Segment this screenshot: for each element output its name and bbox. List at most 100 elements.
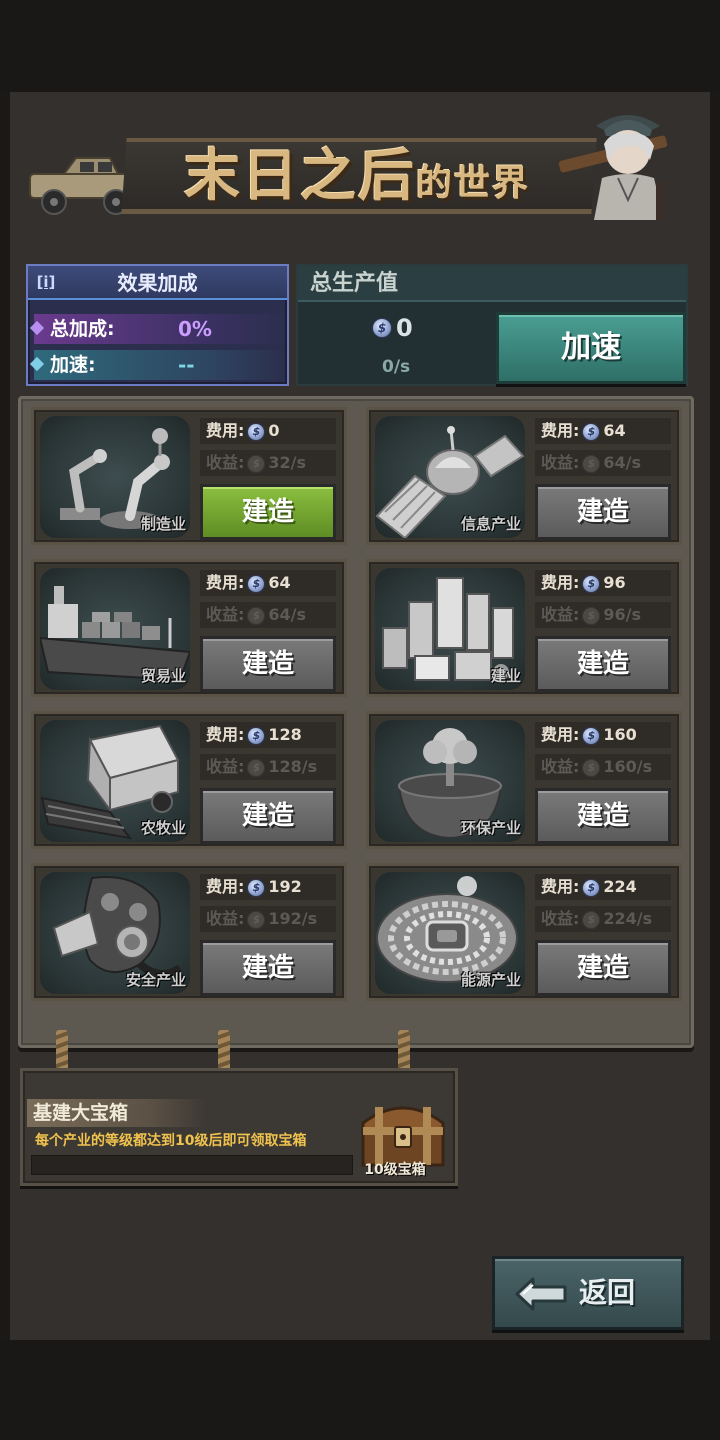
- cost-value: 128: [268, 725, 302, 744]
- build-button[interactable]: 建造: [200, 940, 336, 996]
- gain-value: 224/s: [603, 909, 653, 928]
- cowboy-character-illustration: [558, 115, 668, 220]
- industry-name: 贸易业: [140, 667, 186, 685]
- gain-field: 收益: $224/s: [535, 906, 671, 932]
- coin-icon: $: [582, 422, 601, 441]
- title-banner: 末日之后的世界: [24, 100, 700, 230]
- chest-label: 10级宝箱: [364, 1162, 426, 1178]
- industry-name: 建业: [490, 667, 521, 685]
- treasure-description: 每个产业的等级都达到10级后即可领取宝箱: [35, 1133, 307, 1149]
- coin-icon: $: [582, 726, 601, 745]
- coin-icon: $: [247, 606, 266, 625]
- total-output-header: 总生产值: [298, 266, 686, 302]
- total-bonus-label: 总加成:: [50, 318, 115, 340]
- cost-value: 64: [268, 573, 291, 592]
- cost-field: 费用: $160: [535, 722, 671, 748]
- cost-field: 费用: $128: [200, 722, 336, 748]
- gain-value: 192/s: [268, 909, 318, 928]
- industry-name: 环保产业: [460, 819, 521, 837]
- industry-card-information: 信息产业 费用: $64 收益: $64/s 建造: [366, 407, 682, 545]
- gain-field: 收益: $64/s: [535, 450, 671, 476]
- industry-name: 制造业: [140, 515, 186, 533]
- build-button[interactable]: 建造: [535, 636, 671, 692]
- speed-up-button[interactable]: 加速: [496, 312, 686, 384]
- speed-bonus-row: 加速: --: [29, 350, 284, 380]
- coin-icon: $: [247, 910, 266, 929]
- manufacturing-illustration: 制造业: [40, 416, 190, 538]
- cost-field: 费用: $96: [535, 570, 671, 596]
- build-button[interactable]: 建造: [535, 788, 671, 844]
- total-output-value: 0: [396, 314, 413, 342]
- coin-icon: $: [582, 910, 601, 929]
- gain-value: 64/s: [603, 453, 642, 472]
- cost-value: 192: [268, 877, 302, 896]
- gain-label: 收益:: [206, 757, 245, 776]
- speed-bonus-value: --: [178, 353, 195, 377]
- environmental-illustration: 环保产业: [375, 720, 525, 842]
- speed-bonus-label: 加速:: [50, 354, 96, 376]
- gain-value: 128/s: [268, 757, 318, 776]
- coin-icon: $: [247, 726, 266, 745]
- cost-label: 费用:: [541, 725, 580, 744]
- industry-name: 信息产业: [460, 515, 521, 533]
- coin-icon: $: [247, 878, 266, 897]
- build-button[interactable]: 建造: [200, 788, 336, 844]
- cost-label: 费用:: [541, 421, 580, 440]
- cost-field: 费用: $64: [200, 570, 336, 596]
- industry-card-manufacturing: 制造业 费用: $0 收益: $32/s 建造: [31, 407, 347, 545]
- cost-field: 费用: $192: [200, 874, 336, 900]
- coin-icon: $: [372, 318, 392, 338]
- treasure-progress-bar: [31, 1155, 353, 1175]
- gain-label: 收益:: [206, 909, 245, 928]
- gain-field: 收益: $160/s: [535, 754, 671, 780]
- coin-icon: $: [582, 606, 601, 625]
- diamond-icon: [29, 320, 45, 336]
- gain-label: 收益:: [541, 605, 580, 624]
- industry-grid: 制造业 费用: $0 收益: $32/s 建造 信息产业 费用: $64 收益: $64…: [18, 396, 694, 1048]
- coin-icon: $: [582, 878, 601, 897]
- gain-label: 收益:: [541, 453, 580, 472]
- cost-field: 费用: $224: [535, 874, 671, 900]
- total-bonus-row: 总加成: 0%: [29, 314, 284, 344]
- cost-label: 费用:: [206, 421, 245, 440]
- coin-icon: $: [582, 454, 601, 473]
- cost-label: 费用:: [206, 573, 245, 592]
- industry-name: 农牧业: [140, 819, 186, 837]
- back-label: 返回: [579, 1276, 636, 1309]
- cost-label: 费用:: [541, 573, 580, 592]
- gain-field: 收益: $192/s: [200, 906, 336, 932]
- infrastructure-treasure-board: 基建大宝箱 每个产业的等级都达到10级后即可领取宝箱 10级宝箱: [20, 1068, 458, 1186]
- gain-label: 收益:: [541, 909, 580, 928]
- effect-bonus-title: 效果加成: [117, 271, 198, 295]
- build-button[interactable]: 建造: [535, 940, 671, 996]
- industry-card-agriculture: 农牧业 费用: $128 收益: $128/s 建造: [31, 711, 347, 849]
- industry-name: 安全产业: [125, 971, 186, 989]
- coin-icon: $: [247, 422, 266, 441]
- industry-card-trade: 贸易业 费用: $64 收益: $64/s 建造: [31, 559, 347, 697]
- build-button[interactable]: 建造: [535, 484, 671, 540]
- coin-icon: $: [247, 574, 266, 593]
- cost-value: 224: [603, 877, 637, 896]
- treasure-chest-icon[interactable]: [355, 1097, 451, 1167]
- gain-field: 收益: $64/s: [200, 602, 336, 628]
- build-button[interactable]: 建造: [200, 636, 336, 692]
- gain-value: 32/s: [268, 453, 307, 472]
- back-button[interactable]: 返回: [492, 1256, 684, 1330]
- cost-field: 费用: $64: [535, 418, 671, 444]
- industry-card-energy: 能源产业 费用: $224 收益: $224/s 建造: [366, 863, 682, 1001]
- industry-card-environmental: 环保产业 费用: $160 收益: $160/s 建造: [366, 711, 682, 849]
- energy-illustration: 能源产业: [375, 872, 525, 994]
- gain-value: 160/s: [603, 757, 653, 776]
- total-output-title: 总生产值: [310, 271, 399, 296]
- back-arrow-icon: [515, 1277, 567, 1311]
- top-letterbox: [0, 0, 720, 92]
- gain-value: 64/s: [268, 605, 307, 624]
- gain-value: 96/s: [603, 605, 642, 624]
- build-button[interactable]: 建造: [200, 484, 336, 540]
- title-main: 末日之后: [184, 143, 416, 209]
- cost-value: 0: [268, 421, 280, 440]
- cost-value: 64: [603, 421, 626, 440]
- construction-illustration: 建业: [375, 568, 525, 690]
- coin-icon: $: [247, 454, 266, 473]
- effect-bonus-header: [i] 效果加成: [28, 266, 287, 300]
